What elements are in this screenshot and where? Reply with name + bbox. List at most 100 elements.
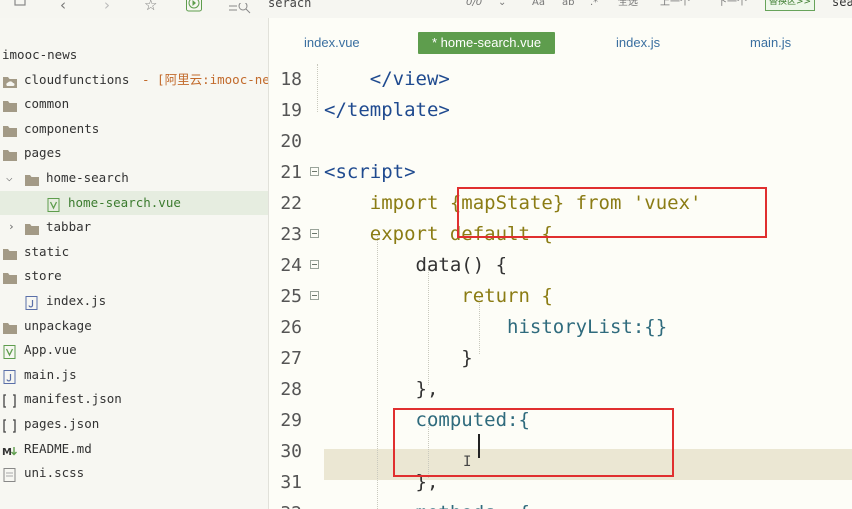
vue-file-icon	[2, 343, 18, 360]
sidebar-item-label: README.md	[24, 440, 92, 456]
tab-index-js[interactable]: index.js	[616, 32, 660, 54]
annotation-box-computed	[393, 408, 674, 477]
folder-icon	[24, 220, 40, 236]
line-content: data() {	[324, 254, 508, 276]
json-file-icon	[2, 417, 18, 433]
sidebar-item-label: cloudfunctions	[24, 71, 130, 87]
code-line[interactable]: 20	[269, 126, 852, 157]
sidebar-item-label: static	[24, 243, 70, 259]
code-line[interactable]: 18 </view>	[269, 64, 852, 95]
cloud-folder-icon	[2, 73, 18, 88]
sidebar-item[interactable]: pages.json	[0, 412, 268, 436]
line-content: </view>	[324, 64, 450, 95]
chevron-icon[interactable]: ›	[8, 220, 18, 234]
search-icon	[229, 0, 251, 18]
sidebar-item[interactable]: store	[0, 264, 268, 288]
star-icon[interactable]: ☆	[144, 0, 157, 15]
markdown-file-icon: M	[2, 442, 18, 458]
fold-toggle-icon[interactable]	[310, 229, 319, 238]
code-line[interactable]: 27 }	[269, 343, 852, 374]
sidebar-item-label: index.js	[46, 293, 107, 308]
tab-index-vue[interactable]: index.vue	[304, 32, 360, 54]
line-content: return {	[324, 285, 553, 307]
replace-toggle-button[interactable]: 替换区>>	[765, 0, 816, 11]
sidebar-item[interactable]: pages	[0, 141, 268, 165]
sidebar-item[interactable]: components	[0, 117, 268, 141]
code-line[interactable]: 25 return {	[269, 281, 852, 312]
sidebar-item[interactable]: static	[0, 240, 268, 264]
fold-toggle-icon[interactable]	[310, 291, 319, 300]
next-match-button[interactable]: 下一个	[717, 0, 747, 10]
code-line[interactable]: 24 data() {	[269, 250, 852, 281]
sidebar-item-label: common	[24, 96, 70, 112]
regex-toggle[interactable]: .*	[590, 0, 598, 10]
match-case-toggle[interactable]: Aa	[532, 0, 545, 10]
line-number: 23	[280, 224, 302, 245]
json-file-icon	[2, 392, 18, 409]
match-count: 0/0	[466, 0, 483, 8]
sidebar-item[interactable]: cloudfunctions - [阿里云:imooc-news]	[0, 68, 268, 92]
sidebar-item[interactable]: uni.scss	[0, 461, 268, 485]
code-line[interactable]: 28 },	[269, 374, 852, 405]
code-line[interactable]: 21 <script>	[269, 157, 852, 188]
sidebar-item[interactable]: main.js	[0, 363, 268, 387]
secondary-search-text[interactable]: sea	[832, 0, 852, 9]
code-area[interactable]: 18 </view> 19 </template> 20 21 <script>…	[269, 64, 852, 509]
forward-arrow-icon[interactable]: ›	[104, 0, 110, 15]
text-caret	[478, 434, 480, 458]
folder-icon	[2, 97, 18, 113]
sidebar-item[interactable]: › tabbar	[0, 215, 268, 239]
line-number: 27	[280, 348, 302, 369]
code-line[interactable]: 19 </template>	[269, 95, 852, 126]
fold-toggle-icon[interactable]	[310, 167, 319, 176]
sidebar-item[interactable]: home-search.vue	[0, 190, 268, 215]
sidebar-item-label: home-search.vue	[68, 194, 181, 210]
folder-icon	[2, 269, 18, 285]
close-template-tag: </template>	[324, 99, 450, 121]
close-view-tag: </view>	[324, 68, 450, 90]
line-number: 31	[280, 472, 302, 493]
dropdown-chevron-icon[interactable]: ⌄	[498, 0, 506, 10]
js-file-icon	[24, 294, 40, 310]
sidebar-item-label: manifest.json	[24, 391, 122, 407]
sidebar-item[interactable]: manifest.json	[0, 387, 268, 411]
whole-word-toggle[interactable]: ab	[562, 0, 574, 10]
sidebar-item-label: pages.json	[24, 416, 100, 431]
project-explorer: imooc-news cloudfunctions - [阿里云:imooc-ne…	[0, 18, 269, 509]
sidebar-item[interactable]: imooc-news	[0, 43, 268, 67]
tab-main-js[interactable]: main.js	[750, 32, 791, 54]
line-number: 22	[280, 193, 302, 214]
prev-match-button[interactable]: 上一个	[660, 0, 690, 10]
line-number: 30	[280, 441, 302, 462]
line-content: }	[324, 347, 473, 369]
line-number: 32	[269, 498, 302, 509]
code-editor[interactable]: index.vue * home-search.vue index.js mai…	[269, 18, 852, 509]
sidebar-item-label: store	[24, 268, 62, 284]
sidebar-item[interactable]: unpackage	[0, 314, 268, 338]
sidebar-item[interactable]: App.vue	[0, 338, 268, 362]
back-arrow-icon[interactable]: ‹	[60, 0, 66, 15]
file-icon[interactable]	[14, 0, 26, 7]
search-input[interactable]	[268, 0, 468, 12]
line-number: 25	[280, 286, 302, 307]
run-icon[interactable]	[186, 0, 202, 12]
svg-text:M: M	[2, 447, 12, 458]
line-number: 20	[280, 131, 302, 152]
line-content: methods: {	[324, 498, 530, 509]
script-tag: <script>	[324, 161, 416, 183]
code-line[interactable]: 26 historyList:{}	[269, 312, 852, 343]
sidebar-item[interactable]: ⌵ home-search	[0, 166, 268, 190]
line-number: 28	[280, 379, 302, 400]
tab-home-search-vue[interactable]: * home-search.vue	[418, 32, 556, 54]
sidebar-item-label: components	[24, 120, 100, 136]
sidebar-item[interactable]: common	[0, 92, 268, 116]
vue-file-icon	[46, 196, 62, 212]
sidebar-item[interactable]: M README.md	[0, 437, 268, 461]
line-content: </template>	[324, 95, 450, 126]
select-all-button[interactable]: 全选	[618, 0, 638, 10]
sidebar-item[interactable]: index.js	[0, 289, 268, 313]
code-line[interactable]: 32 methods: {	[269, 498, 852, 509]
chevron-icon[interactable]: ⌵	[6, 171, 16, 185]
fold-toggle-icon[interactable]	[310, 260, 319, 269]
folder-icon	[24, 171, 40, 186]
